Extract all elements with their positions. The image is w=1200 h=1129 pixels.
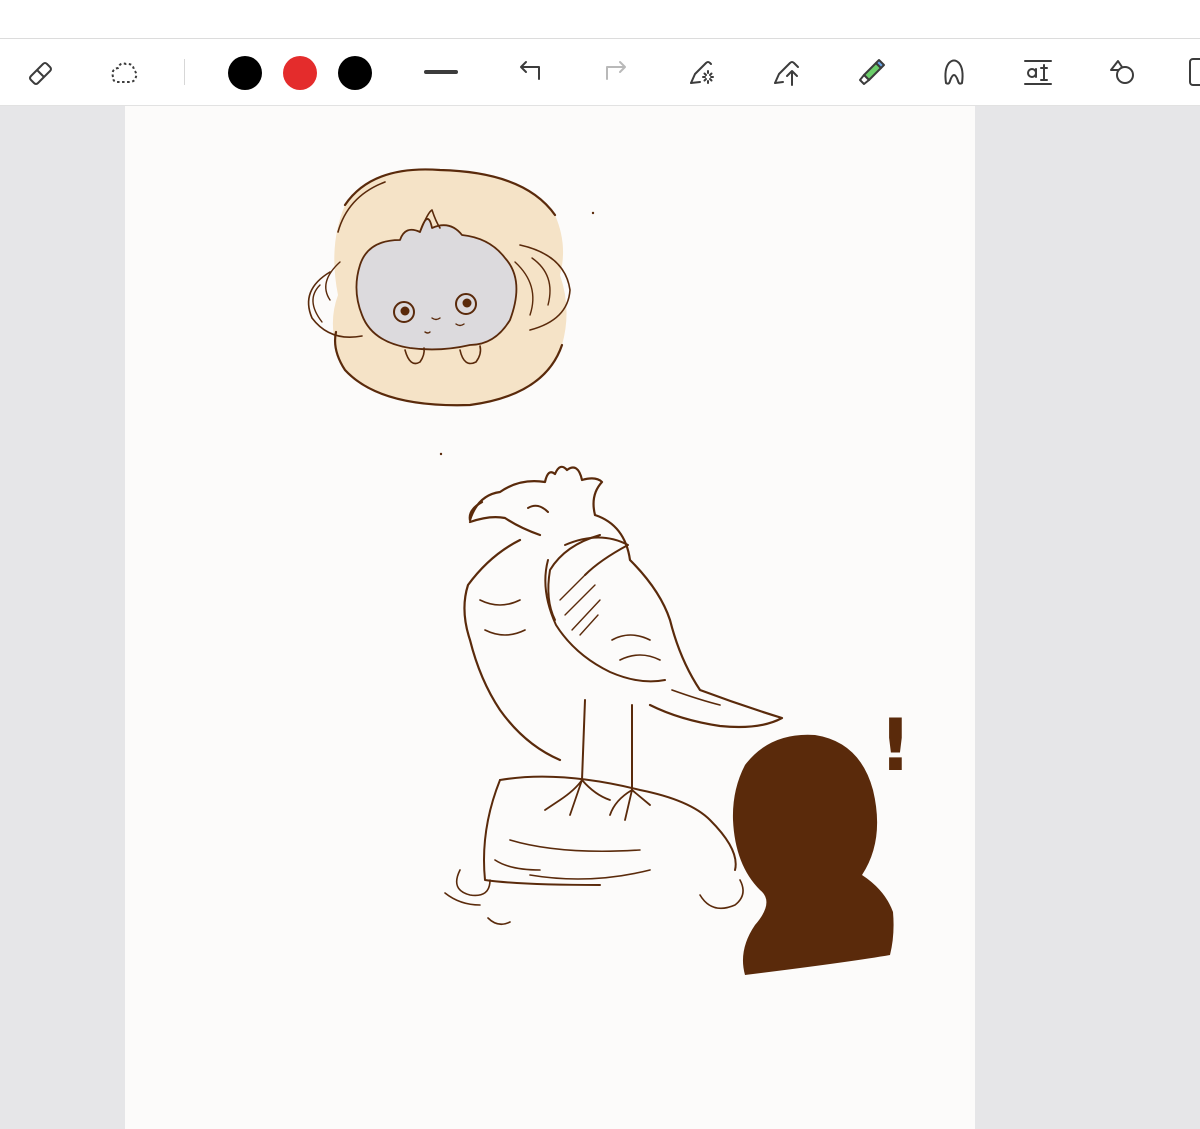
- color-swatch-black[interactable]: [228, 56, 262, 90]
- shapes-button[interactable]: [1102, 52, 1142, 92]
- shapes-icon: [1110, 60, 1134, 84]
- stroke-width-button[interactable]: [421, 52, 461, 92]
- exclamation-mark-text: !: [879, 703, 912, 787]
- text-tool-icon: [1024, 60, 1052, 85]
- lasso-button[interactable]: [104, 52, 144, 92]
- drawing-page[interactable]: !: [125, 106, 975, 1129]
- color-swatch-red[interactable]: [283, 56, 317, 90]
- window-top-bar: [0, 0, 1200, 39]
- magic-pen-icon: [690, 61, 714, 84]
- blob-shape-icon: [944, 59, 964, 85]
- undo-icon: [520, 61, 540, 80]
- undo-button[interactable]: [509, 52, 549, 92]
- eraser-icon: [29, 62, 52, 85]
- drawing-toolbar: [0, 39, 1200, 106]
- page-button[interactable]: [1180, 52, 1200, 92]
- eagle-sketch: [444, 465, 784, 926]
- silhouette-sketch: [732, 734, 894, 975]
- toolbar-divider: [184, 59, 185, 85]
- thought-bubble-sketch: [307, 168, 571, 407]
- drawing-canvas[interactable]: !: [125, 106, 975, 1129]
- redo-icon: [606, 61, 626, 80]
- page-icon: [1189, 58, 1200, 86]
- magic-pen-button[interactable]: [683, 52, 723, 92]
- text-tool-button[interactable]: [1018, 52, 1058, 92]
- eraser-button[interactable]: [21, 52, 61, 92]
- shape-recognizer-button[interactable]: [934, 52, 974, 92]
- lasso-icon: [111, 62, 138, 83]
- color-swatch-black-2[interactable]: [338, 56, 372, 90]
- stroke-width-icon: [424, 70, 458, 74]
- exclamation-mark: !: [879, 703, 912, 787]
- upload-pen-icon: [774, 61, 799, 86]
- highlighter-button[interactable]: [851, 52, 891, 92]
- highlighter-icon: [859, 59, 885, 85]
- redo-button[interactable]: [597, 52, 637, 92]
- upload-pen-button[interactable]: [767, 52, 807, 92]
